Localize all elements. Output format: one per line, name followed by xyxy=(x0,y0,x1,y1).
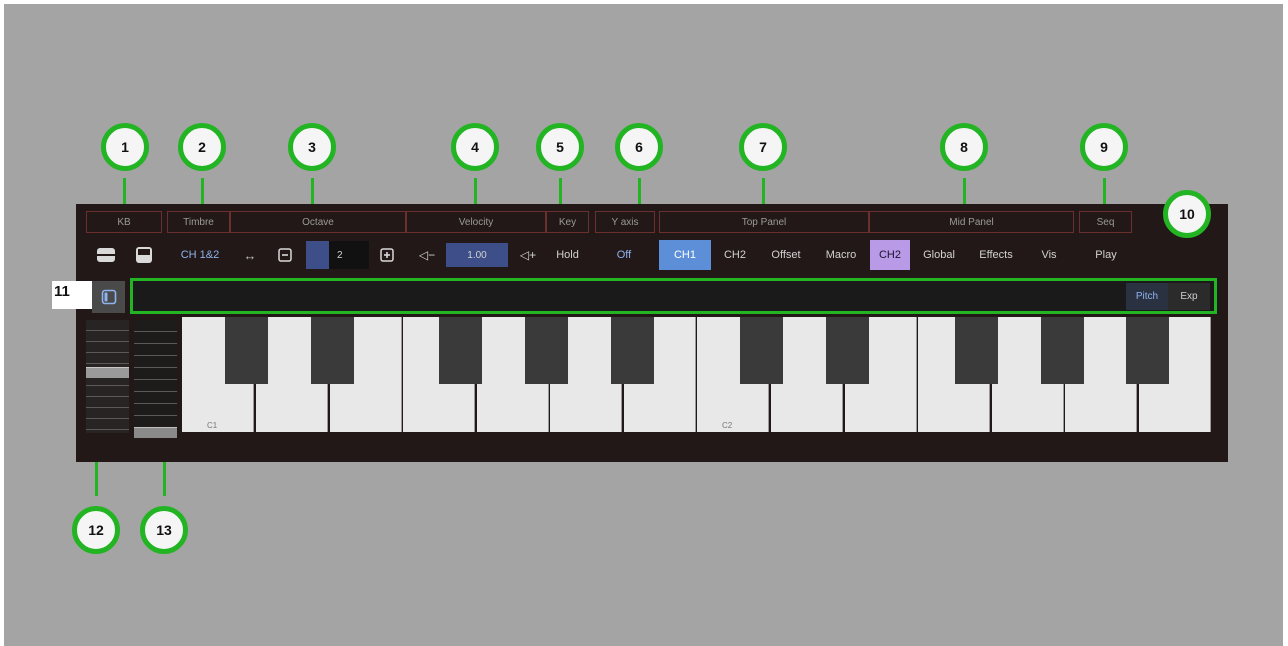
section-timbre: Timbre xyxy=(167,211,230,233)
section-top-panel: Top Panel xyxy=(659,211,869,233)
callout-7: 7 xyxy=(739,123,787,171)
tab-top-macro[interactable]: Macro xyxy=(814,240,868,270)
tab-top-offset[interactable]: Offset xyxy=(760,240,812,270)
split-icon xyxy=(136,247,152,263)
kb-layout-split-button[interactable] xyxy=(126,240,162,270)
callout-4: 4 xyxy=(451,123,499,171)
octave-down-button[interactable] xyxy=(272,240,298,270)
callout-13: 13 xyxy=(140,506,188,554)
black-key[interactable] xyxy=(611,317,654,384)
key-label-c1: C1 xyxy=(207,421,218,430)
black-key[interactable] xyxy=(1041,317,1084,384)
black-key[interactable] xyxy=(1126,317,1169,384)
octave-indicator xyxy=(306,241,329,269)
rows-icon xyxy=(97,248,115,262)
callout-8: 8 xyxy=(940,123,988,171)
plus-box-icon xyxy=(380,248,394,262)
octave-value[interactable]: 2 xyxy=(329,241,369,269)
tab-top-ch2[interactable]: CH2 xyxy=(712,240,758,270)
black-key[interactable] xyxy=(955,317,998,384)
yaxis-off-button[interactable]: Off xyxy=(600,240,648,270)
black-key[interactable] xyxy=(740,317,783,384)
seq-play-button[interactable]: Play xyxy=(1080,240,1132,270)
tab-mid-vis[interactable]: Vis xyxy=(1026,240,1072,270)
callout-10: 10 xyxy=(1163,190,1211,238)
sidebar-toggle-icon xyxy=(101,289,116,305)
callout-3: 3 xyxy=(288,123,336,171)
speaker-plus-icon[interactable]: ◁+ xyxy=(510,240,546,270)
black-key[interactable] xyxy=(225,317,268,384)
kb-layout-full-button[interactable] xyxy=(86,240,126,270)
black-key[interactable] xyxy=(439,317,482,384)
callout-line-13 xyxy=(163,460,166,496)
mod-wheel-handle[interactable] xyxy=(134,427,177,438)
section-key: Key xyxy=(546,211,589,233)
pitch-bend-handle[interactable] xyxy=(86,367,129,378)
callout-label-11: 11 xyxy=(54,283,70,300)
tab-strip-pitch[interactable]: Pitch xyxy=(1126,283,1168,310)
section-seq: Seq xyxy=(1079,211,1132,233)
mod-wheel-slider[interactable] xyxy=(134,320,177,433)
callout-9: 9 xyxy=(1080,123,1128,171)
callout-1: 1 xyxy=(101,123,149,171)
swap-arrows-icon[interactable]: ↔ xyxy=(236,240,264,270)
section-octave: Octave xyxy=(230,211,406,233)
key-label-c2: C2 xyxy=(722,421,733,430)
callout-5: 5 xyxy=(536,123,584,171)
section-mid-panel: Mid Panel xyxy=(869,211,1074,233)
speaker-minus-icon[interactable]: ◁− xyxy=(410,240,444,270)
timbre-button[interactable]: CH 1&2 xyxy=(170,240,230,270)
callout-6: 6 xyxy=(615,123,663,171)
section-kb: KB xyxy=(86,211,162,233)
section-velocity: Velocity xyxy=(406,211,546,233)
key-hold-button[interactable]: Hold xyxy=(546,240,589,270)
black-key[interactable] xyxy=(311,317,354,384)
octave-up-button[interactable] xyxy=(374,240,400,270)
panel-toggle-button[interactable] xyxy=(92,281,125,313)
minus-box-icon xyxy=(278,248,292,262)
callout-2: 2 xyxy=(178,123,226,171)
callout-12: 12 xyxy=(72,506,120,554)
section-yaxis: Y axis xyxy=(595,211,655,233)
tab-mid-global[interactable]: Global xyxy=(912,240,966,270)
tab-strip-exp[interactable]: Exp xyxy=(1168,283,1210,310)
callout-line-12 xyxy=(95,460,98,496)
black-key[interactable] xyxy=(525,317,568,384)
tab-mid-ch2[interactable]: CH2 xyxy=(870,240,910,270)
touch-strip[interactable] xyxy=(130,278,1217,314)
black-key[interactable] xyxy=(826,317,869,384)
tab-top-ch1[interactable]: CH1 xyxy=(659,240,711,270)
tab-mid-effects[interactable]: Effects xyxy=(968,240,1024,270)
velocity-value[interactable]: 1.00 xyxy=(446,243,508,267)
